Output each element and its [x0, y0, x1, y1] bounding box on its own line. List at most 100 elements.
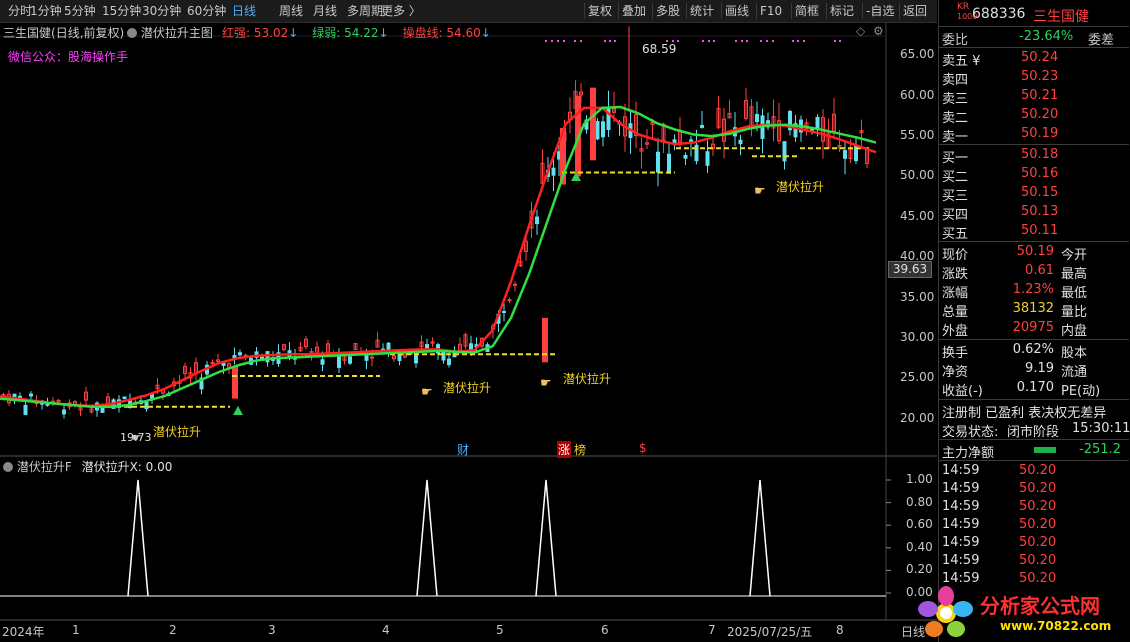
bid-row: 买二 50.16: [939, 165, 1129, 185]
time-tick: 2025/07/25/五: [727, 625, 813, 639]
sub-tick: 0.80: [906, 494, 933, 509]
period-tab-7[interactable]: 周线: [279, 3, 303, 19]
period-tab-3[interactable]: 15分钟: [102, 3, 141, 19]
signal-spike: [535, 479, 557, 597]
stat-label-2: 股本: [1061, 346, 1088, 361]
bid-row: 买五 50.11: [939, 222, 1129, 242]
bid-price: 50.13: [1021, 204, 1059, 219]
candle-body: [689, 139, 693, 142]
time-tick: 5: [496, 623, 504, 637]
stat-label: 总量: [942, 305, 969, 320]
period-tab-4[interactable]: 30分钟: [142, 3, 181, 19]
signal-dot: [713, 40, 715, 42]
toolbar-button-0[interactable]: 复权: [588, 3, 612, 19]
candle-body: [595, 121, 600, 140]
period-tab-2[interactable]: 5分钟: [64, 3, 96, 19]
stat-label-2: 量比: [1061, 305, 1088, 320]
candle-body: [513, 283, 517, 286]
candle-body: [320, 359, 325, 365]
limit-up-marker[interactable]: 涨: [557, 441, 572, 458]
candle-body: [122, 396, 127, 400]
tick-time: 14:59: [942, 517, 980, 532]
tick-row: 14:59 50.20: [939, 552, 1129, 571]
chart-panel[interactable]: [0, 23, 937, 642]
candle-body: [656, 151, 660, 173]
main-net-bar: [1034, 447, 1056, 453]
chart-canvas[interactable]: [0, 23, 937, 642]
ask-row: 卖一 50.19: [939, 125, 1129, 145]
toolbar-button-5[interactable]: F10: [760, 3, 782, 19]
tick-time: 14:59: [942, 481, 980, 496]
dropdown-icon[interactable]: [3, 462, 13, 472]
period-toolbar: 分时 1分钟 5分钟 15分钟 30分钟 60分钟 日线 周线 月线 多周期 更多 〉 复权 叠加 多股统…: [0, 0, 937, 23]
diamond-icon[interactable]: ◇: [856, 24, 865, 38]
signal-dot: [803, 40, 805, 42]
ask-price: 50.24: [1021, 50, 1059, 65]
toolbar-button-8[interactable]: -自选: [866, 3, 894, 19]
tick-time: 14:59: [942, 463, 980, 478]
toolbar-button-7[interactable]: 标记: [830, 3, 854, 19]
tick-price: 50.20: [1019, 553, 1057, 568]
stat-value: 9.19: [1025, 361, 1054, 376]
tick-time: 14:59: [942, 499, 980, 514]
signal-dot: [677, 40, 679, 42]
toolbar-button-1[interactable]: 叠加: [622, 3, 646, 19]
candle-body: [700, 124, 704, 128]
toolbar-button-6[interactable]: 简框: [795, 3, 819, 19]
period-tab-10[interactable]: 更多 〉: [381, 3, 421, 19]
signal-dot: [735, 40, 737, 42]
sub-tick: 0.40: [906, 539, 933, 554]
bid-label: 买一: [942, 151, 969, 166]
ask-price: 50.23: [1021, 69, 1059, 84]
main-net-row: 主力净额 -251.2: [939, 441, 1129, 461]
hand-pointer-icon: ☛: [540, 376, 552, 391]
period-tab-8[interactable]: 月线: [313, 3, 337, 19]
watermark-text: 微信公众：股海操作手: [8, 50, 129, 64]
candle-body: [210, 362, 215, 365]
toolbar-button-9[interactable]: 返回: [903, 3, 927, 19]
high-price-label: 68.59: [642, 42, 677, 56]
list-marker[interactable]: 榜: [574, 441, 586, 458]
period-tab-5[interactable]: 60分钟: [187, 3, 226, 19]
price-tick: 35.00: [900, 289, 935, 304]
signal-dot: [614, 40, 616, 42]
indicator-selector[interactable]: 潜伏拉升主图: [127, 24, 213, 41]
time-tick: 8: [836, 623, 844, 637]
ask-label: 卖五 ¥: [942, 54, 981, 69]
toolbar-button-2[interactable]: 多股: [656, 3, 680, 19]
period-tab-1[interactable]: 1分钟: [30, 3, 62, 19]
price-tick: 45.00: [900, 208, 935, 223]
tick-price: 50.20: [1019, 481, 1057, 496]
finance-marker[interactable]: 财: [457, 441, 469, 458]
ask-row: 卖三 50.21: [939, 87, 1129, 107]
tick-row: 14:59 50.20: [939, 462, 1129, 481]
indicator-name[interactable]: 潜伏拉升主图: [141, 26, 213, 40]
signal-dot: [708, 40, 710, 42]
cursor-price-tag: 39.63: [888, 261, 932, 278]
wei-bi-value: -23.64%: [1019, 29, 1074, 44]
toolbar-button-4[interactable]: 画线: [725, 3, 749, 19]
period-tab-6[interactable]: 日线: [232, 3, 256, 19]
tick-row: 14:59 50.20: [939, 534, 1129, 553]
time-tick: 4: [382, 623, 390, 637]
settings-icon[interactable]: ⚙: [873, 24, 884, 38]
candle-body: [667, 153, 671, 174]
stat-label-2: 内盘: [1061, 324, 1088, 339]
candle-body: [535, 216, 539, 225]
dollar-marker[interactable]: $: [639, 441, 647, 455]
period-tab-9[interactable]: 多周期: [347, 3, 383, 19]
dropdown-icon[interactable]: [127, 28, 137, 38]
ask-price: 50.20: [1021, 107, 1059, 122]
sub-indicator-name[interactable]: 潜伏拉升F: [17, 460, 72, 474]
signal-label: 潜伏拉升: [153, 425, 202, 439]
period-tab-0[interactable]: 分时: [8, 3, 32, 19]
stat-value: 50.19: [1016, 244, 1054, 259]
toolbar-button-3[interactable]: 统计: [690, 3, 714, 19]
toolbar-separator: [899, 3, 900, 19]
tick-time: 14:59: [942, 553, 980, 568]
sub-indicator-legend[interactable]: 潜伏拉升F 潜伏拉升X: 0.00: [3, 458, 172, 475]
stat-label: 收益(-): [942, 384, 983, 399]
signal-label: 潜伏拉升: [443, 381, 492, 395]
candle-body: [337, 355, 341, 368]
signal-dot: [574, 40, 576, 42]
